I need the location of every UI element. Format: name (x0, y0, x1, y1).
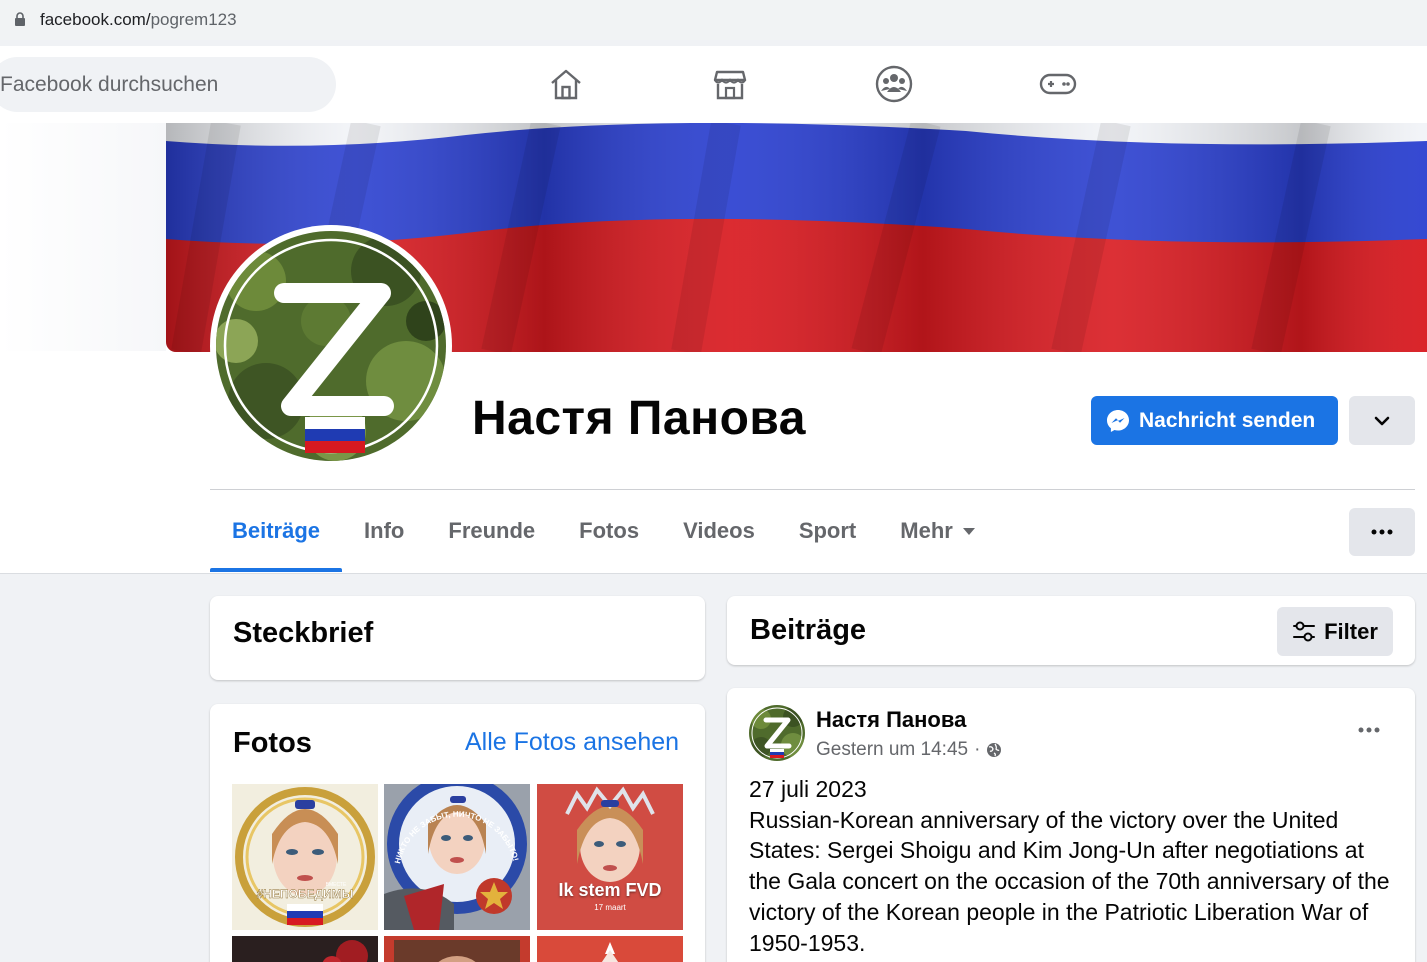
header-shadow (0, 573, 1427, 574)
tab-videos[interactable]: Videos (661, 490, 777, 572)
photos-title: Fotos (233, 727, 312, 759)
tab-info[interactable]: Info (342, 490, 426, 572)
post-meta: Gestern um 14:45 · (816, 739, 1002, 761)
tab-label: Info (364, 518, 405, 543)
photo-caption: Ik stem FVD (558, 880, 662, 900)
gaming-icon[interactable] (1038, 64, 1078, 104)
tab-label: Fotos (579, 518, 640, 543)
photo-thumbnail[interactable] (537, 936, 683, 962)
url-path: pogrem123 (150, 10, 237, 29)
post-author-avatar[interactable] (749, 705, 805, 761)
top-navigation (0, 46, 1427, 123)
tab-sport[interactable]: Sport (777, 490, 878, 572)
lock-icon (15, 12, 25, 26)
tab-label: Beiträge (232, 518, 321, 543)
caret-down-icon (962, 527, 975, 535)
ellipsis-icon (1358, 727, 1380, 733)
tab-label: Freunde (448, 518, 536, 543)
marketplace-icon[interactable] (710, 64, 750, 104)
post-text-line: States: Sergei Shoigu and Kim Jong-Un af… (749, 837, 1364, 864)
photo-thumbnail[interactable]: Ik stem FVD 17 maart (537, 784, 683, 930)
tab-more[interactable]: Mehr (878, 490, 997, 572)
post-text-line: 1950-1953. (749, 929, 866, 956)
profile-header: Настя Панова Nachricht senden Beiträge I… (0, 123, 1427, 573)
send-message-button[interactable]: Nachricht senden (1091, 396, 1338, 445)
post-author-name[interactable]: Настя Панова (816, 707, 966, 733)
profile-tabs: Beiträge Info Freunde Fotos Videos Sport… (210, 490, 997, 573)
photos-card: Fotos Alle Fotos ansehen #НЕПОБЕДИМЫ ВМЕ… (210, 704, 705, 962)
post-card: Настя Панова Gestern um 14:45 · 27 juli … (727, 688, 1415, 962)
url-text[interactable]: facebook.com/pogrem123 (40, 10, 237, 30)
send-message-label: Nachricht senden (1139, 408, 1316, 432)
photo-thumbnail[interactable]: #НЕПОБЕДИМЫ ВМЕСТЕ (232, 784, 378, 930)
profile-options-button[interactable] (1349, 396, 1415, 445)
home-icon[interactable] (546, 64, 586, 104)
more-options-button[interactable] (1349, 508, 1415, 556)
filter-label: Filter (1324, 618, 1378, 644)
left-background (0, 123, 166, 351)
chevron-down-icon (1374, 416, 1390, 425)
post-timestamp[interactable]: Gestern um 14:45 (816, 739, 968, 761)
messenger-icon (1107, 409, 1129, 432)
search-input[interactable] (0, 57, 320, 112)
browser-address-bar[interactable]: facebook.com/pogrem123 (0, 0, 1427, 40)
post-text-line: victory of the Korean people in the Patr… (749, 898, 1369, 925)
photo-small-caption: ВМЕСТЕ (326, 882, 347, 888)
post-text: 27 juli 2023 Russian-Korean anniversary … (749, 774, 1409, 958)
meta-separator: · (974, 739, 981, 760)
photo-small-caption: 17 maart (594, 903, 626, 912)
globe-icon (987, 743, 1002, 757)
post-text-line: the Gala concert on the occasion of the … (749, 868, 1390, 895)
tab-friends[interactable]: Freunde (426, 490, 557, 572)
see-all-photos-link[interactable]: Alle Fotos ansehen (465, 728, 679, 757)
groups-icon[interactable] (874, 64, 914, 104)
post-text-line: Russian-Korean anniversary of the victor… (749, 806, 1339, 833)
post-date-line: 27 juli 2023 (749, 776, 867, 802)
profile-name: Настя Панова (472, 392, 806, 445)
photo-thumbnail[interactable] (384, 936, 530, 962)
ellipsis-icon (1371, 529, 1393, 535)
photo-thumbnail[interactable]: НИКТО НЕ ЗАБЫТ, НИЧТО НЕ ЗАБЫТО! (384, 784, 530, 930)
tab-label: Sport (798, 518, 857, 543)
tab-label: Videos (683, 518, 755, 543)
filter-button[interactable]: Filter (1277, 607, 1393, 656)
filter-sliders-icon (1293, 621, 1316, 641)
intro-card: Steckbrief (210, 596, 705, 680)
tab-label: Mehr (900, 518, 953, 543)
search-box[interactable] (0, 57, 336, 112)
photo-caption: #НЕПОБЕДИМЫ (257, 887, 354, 901)
photo-thumbnail[interactable] (232, 936, 378, 962)
tab-posts[interactable]: Beiträge (210, 490, 343, 572)
posts-title: Beiträge (750, 614, 867, 646)
intro-title: Steckbrief (233, 617, 374, 649)
tab-photos[interactable]: Fotos (557, 490, 661, 572)
posts-header-card: Beiträge Filter (727, 596, 1415, 665)
post-options-button[interactable] (1347, 710, 1391, 750)
url-domain: facebook.com/ (40, 10, 151, 29)
profile-avatar[interactable] (216, 231, 446, 461)
